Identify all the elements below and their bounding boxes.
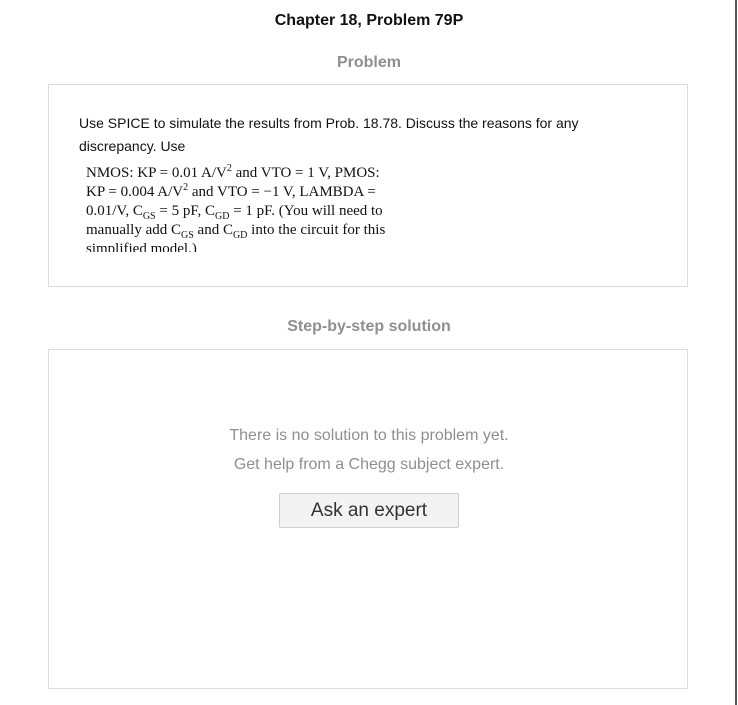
problem-image-line: manually add CGS and CGD into the circui… (86, 222, 386, 241)
page-right-border (735, 0, 737, 705)
problem-image-line: simplified model.) (86, 241, 197, 252)
problem-image-line: NMOS: KP = 0.01 A/V2 and VTO = 1 V, PMOS… (86, 164, 380, 181)
problem-image-line: 0.01/V, CGS = 5 pF, CGD = 1 pF. (You wil… (86, 203, 383, 222)
solution-panel: There is no solution to this problem yet… (48, 349, 688, 689)
problem-image-line: KP = 0.004 A/V2 and VTO = −1 V, LAMBDA = (86, 182, 376, 201)
no-solution-message: There is no solution to this problem yet… (229, 427, 509, 444)
ask-expert-button[interactable]: Ask an expert (279, 493, 459, 528)
page-title: Chapter 18, Problem 79P (274, 12, 464, 29)
solution-heading: Step-by-step solution (287, 318, 451, 335)
problem-image: NMOS: KP = 0.01 A/V2 and VTO = 1 V, PMOS… (86, 164, 406, 252)
problem-heading: Problem (336, 54, 401, 71)
problem-panel: Use SPICE to simulate the results from P… (48, 84, 688, 287)
help-message: Get help from a Chegg subject expert. (233, 456, 505, 473)
problem-text: Use SPICE to simulate the results from P… (79, 115, 579, 154)
